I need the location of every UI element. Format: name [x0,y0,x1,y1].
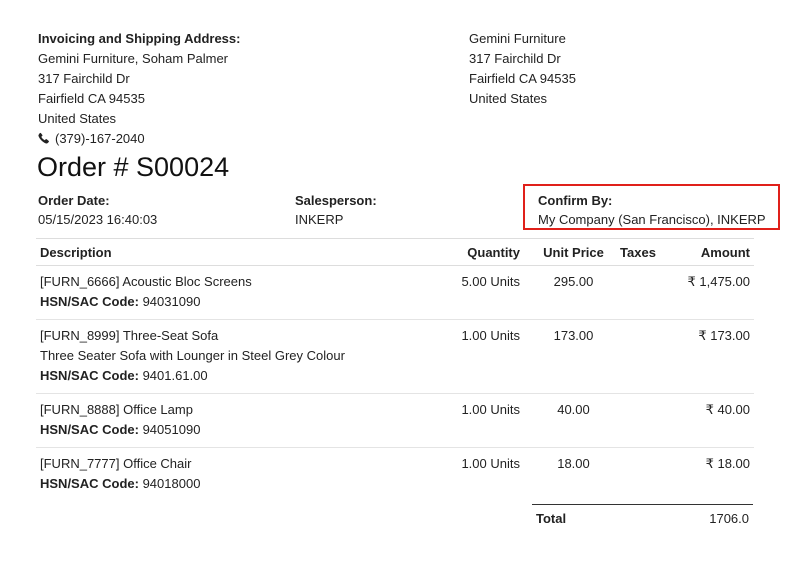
invoicing-address-heading: Invoicing and Shipping Address: [38,31,241,46]
hsn-code: 94018000 [142,476,201,491]
hsn-code: 9401.61.00 [142,368,208,383]
company-address-line: Fairfield CA 94535 [469,71,576,86]
table-row: [FURN_6666] Acoustic Bloc Screens HSN/SA… [36,265,754,320]
col-taxes-header: Taxes [613,238,663,266]
line-description: [FURN_8888] Office Lamp HSN/SAC Code: 94… [36,393,446,448]
order-date-label: Order Date: [38,193,110,208]
line-quantity: 5.00 Units [446,265,524,320]
line-description: [FURN_8999] Three-Seat Sofa Three Seater… [36,319,446,394]
company-address-block: Gemini Furniture 317 Fairchild Dr Fairfi… [469,29,576,109]
order-date-block: Order Date: 05/15/2023 16:40:03 [38,193,157,227]
line-amount: ₹ 18.00 [705,456,750,471]
line-description: [FURN_7777] Office Chair HSN/SAC Code: 9… [36,448,446,502]
phone-icon [38,130,50,144]
total-value: 1706.0 [709,511,749,526]
salesperson-block: Salesperson: INKERP [295,193,377,227]
col-description-header: Description [36,238,446,266]
line-description: [FURN_6666] Acoustic Bloc Screens HSN/SA… [36,265,446,320]
product-name: [FURN_8888] Office Lamp [40,402,193,417]
table-row: [FURN_8999] Three-Seat Sofa Three Seater… [36,319,754,394]
line-quantity: 1.00 Units [461,456,520,471]
hsn-label: HSN/SAC Code: [40,294,139,309]
company-address-line: United States [469,91,548,106]
invoicing-address-line: United States [38,111,117,126]
confirm-by-highlight [523,184,780,230]
total-divider [532,504,753,505]
col-unit-price-header: Unit Price [524,238,613,266]
line-unit-price: 18.00 [557,456,590,471]
hsn-label: HSN/SAC Code: [40,368,139,383]
product-extra-description: Three Seater Sofa with Lounger in Steel … [40,348,345,363]
line-quantity: 1.00 Units [446,393,524,448]
total-label: Total [536,511,567,526]
invoicing-address-line: Gemini Furniture, Soham Palmer [38,51,229,66]
invoicing-address-line: Fairfield CA 94535 [38,91,145,106]
table-row: [FURN_8888] Office Lamp HSN/SAC Code: 94… [36,393,754,448]
line-amount: ₹ 1,475.00 [663,265,754,320]
product-name: [FURN_7777] Office Chair [40,456,192,471]
invoicing-address-block: Invoicing and Shipping Address: Gemini F… [38,29,240,149]
line-unit-price: 295.00 [524,265,613,320]
line-unit-price: 40.00 [524,393,613,448]
line-taxes [613,393,663,448]
hsn-code: 94051090 [142,422,201,437]
table-row: [FURN_7777] Office Chair HSN/SAC Code: 9… [36,448,754,502]
line-amount: ₹ 40.00 [663,393,754,448]
salesperson-label: Salesperson: [295,193,377,208]
company-address-line: 317 Fairchild Dr [469,51,561,66]
table-header-row: Description Quantity Unit Price Taxes Am… [36,238,754,266]
salesperson-value: INKERP [295,212,344,227]
hsn-code: 94031090 [142,294,201,309]
hsn-label: HSN/SAC Code: [40,422,139,437]
col-quantity-header: Quantity [446,238,524,266]
invoicing-address-line: 317 Fairchild Dr [38,71,130,86]
phone-line: (379)-167-2040 [38,129,240,149]
hsn-label: HSN/SAC Code: [40,476,139,491]
product-name: [FURN_8999] Three-Seat Sofa [40,328,219,343]
order-date-value: 05/15/2023 16:40:03 [38,212,158,227]
line-taxes [613,448,663,502]
order-title: Order # S00024 [37,152,230,182]
company-address-line: Gemini Furniture [469,31,566,46]
line-amount: ₹ 173.00 [663,319,754,394]
phone-number: (379)-167-2040 [55,131,145,146]
col-amount-header: Amount [663,238,754,266]
order-lines-table: Description Quantity Unit Price Taxes Am… [36,238,754,501]
line-taxes [613,265,663,320]
line-taxes [613,319,663,394]
line-unit-price: 173.00 [524,319,613,394]
line-quantity: 1.00 Units [446,319,524,394]
product-name: [FURN_6666] Acoustic Bloc Screens [40,274,252,289]
